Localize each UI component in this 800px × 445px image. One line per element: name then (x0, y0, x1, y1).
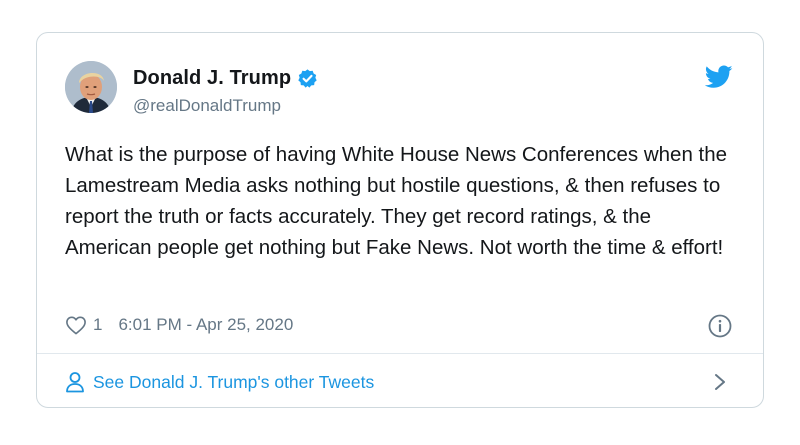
divider (37, 353, 763, 354)
author-handle[interactable]: @realDonaldTrump (133, 96, 281, 116)
like-count[interactable]: 1 (93, 315, 102, 335)
author-display-name[interactable]: Donald J. Trump (133, 67, 291, 90)
heart-icon[interactable] (65, 315, 87, 335)
tweet-text: What is the purpose of having White Hous… (65, 143, 728, 259)
see-other-tweets-link[interactable]: See Donald J. Trump's other Tweets (65, 371, 374, 393)
verified-badge-icon (297, 68, 318, 89)
avatar[interactable] (65, 61, 117, 113)
chevron-right-icon[interactable] (713, 372, 727, 392)
tweet-card: Donald J. Trump @realDonaldTrump What is… (36, 32, 764, 408)
twitter-bird-icon[interactable] (704, 65, 733, 89)
info-icon[interactable] (707, 313, 733, 339)
see-other-tweets-label[interactable]: See Donald J. Trump's other Tweets (93, 372, 374, 393)
author-name-row[interactable]: Donald J. Trump (133, 67, 318, 90)
person-icon (65, 371, 85, 393)
tweet-meta: 1 6:01 PM - Apr 25, 2020 (65, 315, 293, 335)
tweet-timestamp[interactable]: 6:01 PM - Apr 25, 2020 (118, 315, 293, 335)
